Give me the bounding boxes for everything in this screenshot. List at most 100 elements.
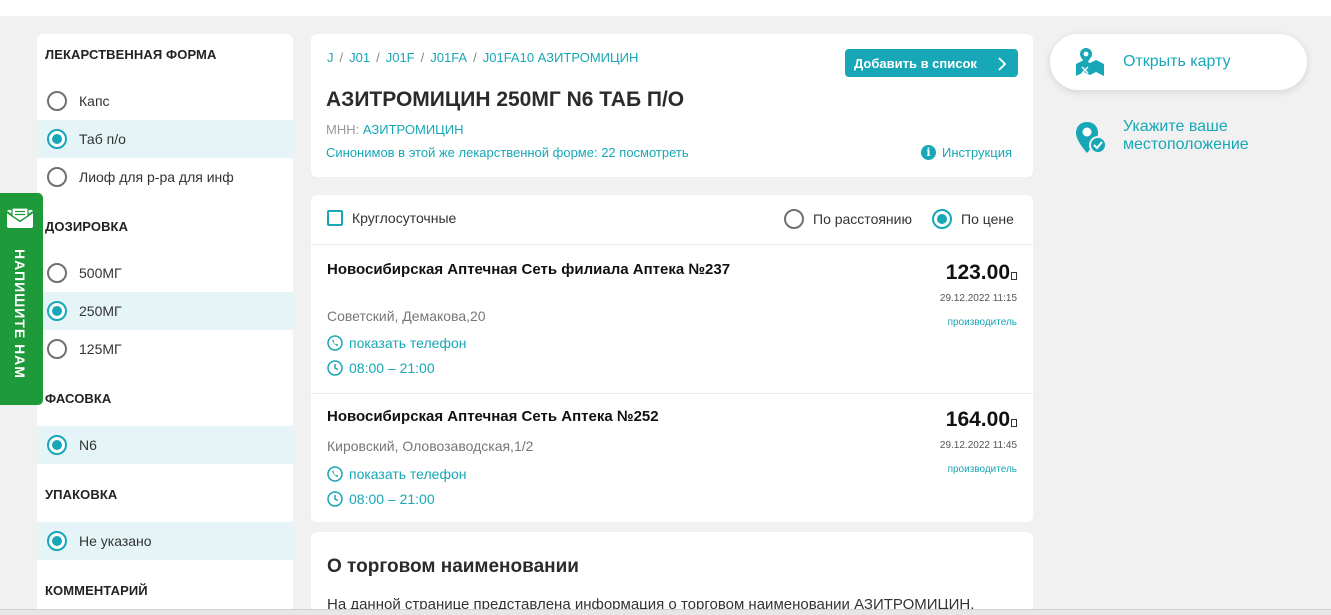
about-title: О торговом наименовании	[327, 556, 579, 577]
show-phone-link[interactable]: показать телефон	[327, 466, 467, 482]
radio-checked-icon[interactable]	[932, 209, 952, 229]
filters-panel: ЛЕКАРСТВЕННАЯ ФОРМА Капс Таб п/о Лиоф дл…	[37, 34, 293, 615]
mnn-line: МНН: АЗИТРОМИЦИН	[326, 122, 464, 137]
sort-option-label: По расстоянию	[813, 211, 912, 227]
filter-option-unspecified[interactable]: Не указано	[37, 522, 293, 560]
clock-icon	[327, 360, 343, 376]
pharmacy-list: Круглосуточные По расстоянию По цене Нов…	[311, 195, 1033, 522]
about-section: О торговом наименовании На данной страни…	[311, 532, 1033, 615]
pharmacy-name[interactable]: Новосибирская Аптечная Сеть филиала Апте…	[327, 261, 747, 279]
filter-option-caps[interactable]: Капс	[37, 82, 293, 120]
breadcrumb-item[interactable]: J01FA10 АЗИТРОМИЦИН	[483, 50, 639, 65]
filter-option-n6[interactable]: N6	[37, 426, 293, 464]
breadcrumb-separator: /	[339, 50, 344, 65]
bottom-scroll-edge	[0, 609, 1331, 615]
filter-title-form: ЛЕКАРСТВЕННАЯ ФОРМА	[45, 47, 217, 62]
filter-option-label: Капс	[79, 93, 110, 109]
show-phone-label: показать телефон	[349, 466, 467, 482]
filter-option-label: Лиоф для р-ра для инф	[79, 169, 234, 185]
radio-checked-icon[interactable]	[47, 301, 67, 321]
radio-icon[interactable]	[784, 209, 804, 229]
open-map-button[interactable]: Открыть карту	[1050, 34, 1307, 90]
radio-icon[interactable]	[47, 339, 67, 359]
hours-label: 08:00 – 21:00	[349, 360, 435, 376]
price-date: 29.12.2022 11:45	[939, 440, 1017, 451]
top-strip	[0, 0, 1331, 16]
radio-checked-icon[interactable]	[47, 435, 67, 455]
open-map-label: Открыть карту	[1123, 53, 1231, 70]
radio-checked-icon[interactable]	[47, 531, 67, 551]
breadcrumb-item[interactable]: J	[327, 50, 334, 65]
currency-icon	[1011, 419, 1017, 427]
instruction-link[interactable]: i Инструкция	[921, 145, 1012, 160]
price-value: 123.00	[945, 261, 1010, 284]
mnn-label: МНН:	[326, 122, 360, 137]
filter-option-label: Таб п/о	[79, 131, 126, 147]
breadcrumb-item[interactable]: J01	[349, 50, 370, 65]
pharmacy-name[interactable]: Новосибирская Аптечная Сеть Аптека №252	[327, 408, 747, 426]
filter-option-label: Не указано	[79, 533, 152, 549]
filter-title-pack: ФАСОВКА	[45, 391, 112, 406]
set-location-button[interactable]: Укажите ваше местоположение	[1073, 118, 1313, 158]
sort-bar: Круглосуточные По расстоянию По цене	[311, 195, 1033, 245]
price: 123.00	[946, 261, 1017, 285]
checkbox-icon[interactable]	[327, 210, 343, 226]
sort-by-price[interactable]: По цене	[932, 209, 1014, 229]
set-location-label: Укажите ваше местоположение	[1123, 118, 1249, 153]
filter-option-lyoph[interactable]: Лиоф для р-ра для инф	[37, 158, 293, 196]
filter-option-label: 125МГ	[79, 341, 122, 357]
price-value: 164.00	[945, 408, 1010, 431]
radio-icon[interactable]	[47, 91, 67, 111]
pharmacy-item: Новосибирская Аптечная Сеть филиала Апте…	[311, 245, 1033, 393]
info-icon: i	[921, 145, 936, 160]
envelope-icon	[6, 207, 34, 228]
show-phone-label: показать телефон	[349, 335, 467, 351]
radio-icon[interactable]	[47, 263, 67, 283]
filter-title-packaging: УПАКОВКА	[45, 487, 118, 502]
synonyms-link[interactable]: Синонимов в этой же лекарственной форме:…	[326, 145, 689, 160]
phone-icon	[327, 335, 343, 351]
sort-option-label: По цене	[961, 211, 1014, 227]
round-the-clock-checkbox[interactable]: Круглосуточные	[327, 210, 456, 226]
breadcrumb-item[interactable]: J01F	[386, 50, 415, 65]
radio-checked-icon[interactable]	[47, 129, 67, 149]
mnn-link[interactable]: АЗИТРОМИЦИН	[363, 122, 464, 137]
phone-icon	[327, 466, 343, 482]
map-pin-icon	[1076, 48, 1104, 76]
sort-by-distance[interactable]: По расстоянию	[784, 209, 912, 229]
product-title: АЗИТРОМИЦИН 250МГ N6 ТАБ П/О	[326, 88, 685, 111]
manufacturer-link[interactable]: производитель	[948, 464, 1017, 475]
filter-option-250[interactable]: 250МГ	[37, 292, 293, 330]
opening-hours: 08:00 – 21:00	[327, 360, 435, 376]
instruction-label: Инструкция	[942, 145, 1012, 160]
location-pin-icon	[1076, 122, 1107, 154]
filter-option-label: N6	[79, 437, 97, 453]
filter-option-tab[interactable]: Таб п/о	[37, 120, 293, 158]
add-to-list-button[interactable]: Добавить в список	[845, 49, 1018, 77]
breadcrumb-separator: /	[420, 50, 425, 65]
pharmacy-item: Новосибирская Аптечная Сеть Аптека №252 …	[311, 393, 1033, 522]
breadcrumb: J / J01 / J01F / J01FA / J01FA10 АЗИТРОМ…	[327, 50, 638, 65]
show-phone-link[interactable]: показать телефон	[327, 335, 467, 351]
filter-option-500[interactable]: 500МГ	[37, 254, 293, 292]
opening-hours: 08:00 – 21:00	[327, 491, 435, 507]
hours-label: 08:00 – 21:00	[349, 491, 435, 507]
product-card: J / J01 / J01F / J01FA / J01FA10 АЗИТРОМ…	[311, 34, 1033, 177]
checkbox-label: Круглосуточные	[352, 210, 457, 226]
add-to-list-label: Добавить в список	[854, 55, 977, 71]
chevron-right-icon	[998, 57, 1006, 71]
filter-option-125[interactable]: 125МГ	[37, 330, 293, 368]
feedback-tab[interactable]: НАПИШИТЕ НАМ	[0, 193, 43, 405]
radio-icon[interactable]	[47, 167, 67, 187]
breadcrumb-item[interactable]: J01FA	[430, 50, 467, 65]
manufacturer-link[interactable]: производитель	[948, 317, 1017, 328]
filter-title-comment: КОММЕНТАРИЙ	[45, 583, 148, 598]
breadcrumb-separator: /	[376, 50, 380, 65]
price-date: 29.12.2022 11:15	[939, 293, 1017, 304]
filter-option-label: 250МГ	[79, 303, 122, 319]
filter-title-dosage: ДОЗИРОВКА	[45, 219, 129, 234]
filter-option-label: 500МГ	[79, 265, 122, 281]
feedback-label: НАПИШИТЕ НАМ	[12, 249, 28, 379]
pharmacy-address: Кировский, Оловозаводская,1/2	[327, 438, 534, 454]
pharmacy-address: Советский, Демакова,20	[327, 308, 486, 324]
